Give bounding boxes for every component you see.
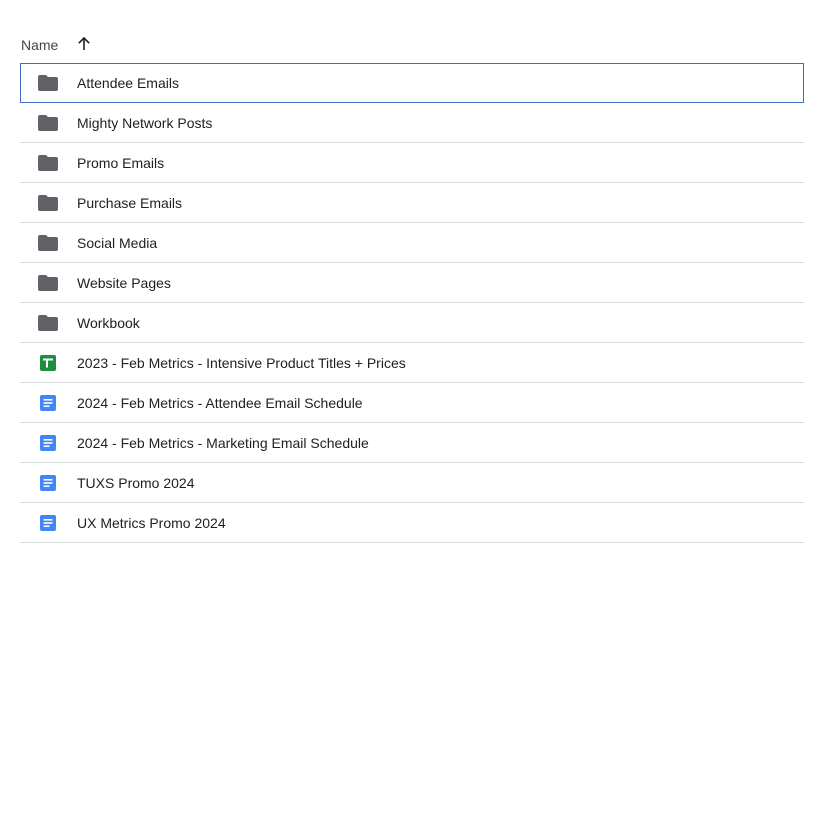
file-row[interactable]: TUXS Promo 2024 — [20, 463, 804, 503]
file-name: Attendee Emails — [77, 75, 179, 91]
sort-ascending-icon[interactable] — [72, 32, 96, 56]
google-docs-icon — [38, 433, 58, 453]
file-name: Workbook — [77, 314, 140, 331]
file-name: Mighty Network Posts — [77, 114, 213, 131]
google-docs-icon — [38, 393, 58, 413]
name-column-header[interactable]: Name — [21, 37, 58, 53]
google-docs-icon — [38, 513, 58, 533]
file-name: Social Media — [77, 234, 158, 251]
file-row[interactable]: UX Metrics Promo 2024 — [20, 503, 804, 543]
google-docs-icon — [38, 473, 58, 493]
file-row[interactable]: 2024 - Feb Metrics - Attendee Email Sche… — [20, 383, 804, 423]
file-row[interactable]: Purchase Emails — [20, 183, 804, 223]
file-row[interactable]: 2023 - Feb Metrics - Intensive Product T… — [20, 343, 804, 383]
file-name: 2023 - Feb Metrics - Intensive Product T… — [77, 354, 406, 371]
file-name: 2024 - Feb Metrics - Marketing Email Sch… — [77, 434, 369, 451]
file-list: Attendee Emails Mighty Network Posts Promo… — [20, 63, 804, 543]
folder-icon — [38, 153, 58, 173]
folder-icon — [38, 273, 58, 293]
folder-icon — [38, 113, 58, 133]
folder-icon — [38, 193, 58, 213]
file-row[interactable]: Promo Emails — [20, 143, 804, 183]
file-row[interactable]: 2024 - Feb Metrics - Marketing Email Sch… — [20, 423, 804, 463]
file-name: Website Pages — [77, 274, 171, 291]
file-row[interactable]: Social Media — [20, 223, 804, 263]
file-name: 2024 - Feb Metrics - Attendee Email Sche… — [77, 394, 363, 411]
file-name: Purchase Emails — [77, 194, 183, 211]
file-row[interactable]: Workbook — [20, 303, 804, 343]
file-row[interactable]: Website Pages — [20, 263, 804, 303]
file-name: Promo Emails — [77, 154, 165, 171]
file-row[interactable]: Mighty Network Posts — [20, 103, 804, 143]
file-list-page: Name Attendee Emails Mighty Network Posts… — [0, 0, 835, 813]
file-name: TUXS Promo 2024 — [77, 474, 195, 491]
google-sheets-icon — [38, 353, 58, 373]
file-row[interactable]: Attendee Emails — [20, 63, 804, 103]
list-header: Name — [20, 24, 804, 64]
folder-icon — [38, 233, 58, 253]
folder-icon — [38, 313, 58, 333]
file-name: UX Metrics Promo 2024 — [77, 514, 226, 531]
folder-icon — [38, 73, 58, 93]
